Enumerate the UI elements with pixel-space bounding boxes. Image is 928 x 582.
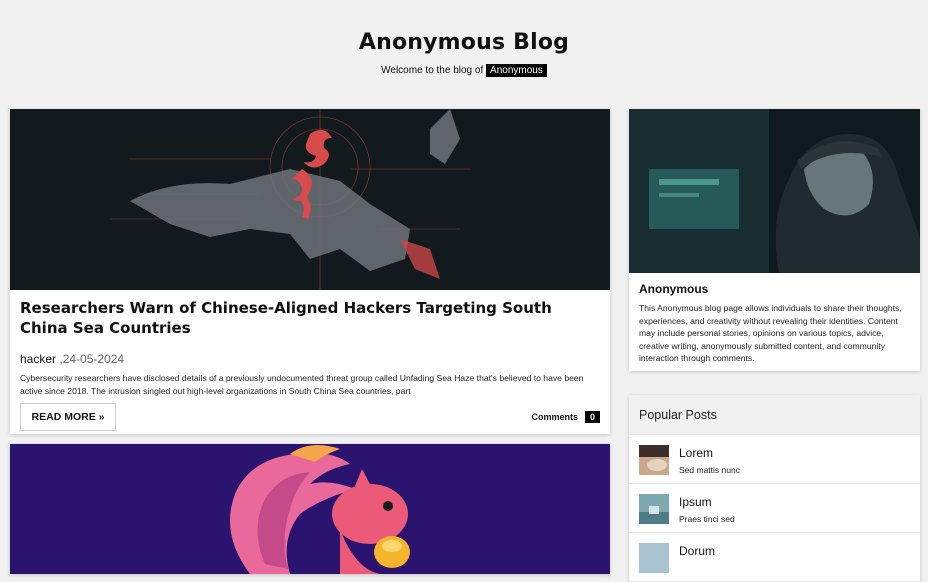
comments-count-badge: 0 <box>584 411 600 423</box>
post-image-dragon-map[interactable] <box>10 109 610 290</box>
post-excerpt: Cybersecurity researchers have disclosed… <box>20 373 584 396</box>
popular-post-item[interactable]: Lorem Sed mattis nunc <box>629 435 920 484</box>
popular-post-title: Ipsum <box>679 494 712 509</box>
popular-post-item[interactable]: Dorum <box>629 533 920 582</box>
popular-post-title: Lorem <box>679 445 714 460</box>
site-header: Anonymous Blog Welcome to the blog of An… <box>0 0 928 79</box>
popular-posts-card: Popular Posts Lorem Sed mattis nunc Ipsu… <box>629 394 920 582</box>
post-thumbnail <box>639 542 669 573</box>
post-title[interactable]: Researchers Warn of Chinese-Aligned Hack… <box>20 298 600 338</box>
post-author: hacker <box>20 352 57 366</box>
post-card: Researchers Warn of Chinese-Aligned Hack… <box>10 109 610 434</box>
popular-post-subtitle: Sed mattis nunc <box>679 464 740 475</box>
post-footer: READ MORE » Comments 0 <box>10 399 610 434</box>
popular-post-subtitle: Praes tinci sed <box>679 513 735 524</box>
sidebar: Anonymous This Anonymous blog page allow… <box>629 109 920 582</box>
post-date: ,24-05-2024 <box>59 352 125 366</box>
about-card: Anonymous This Anonymous blog page allow… <box>629 109 920 371</box>
post-card-2 <box>10 444 610 574</box>
popular-post-item[interactable]: Ipsum Praes tinci sed <box>629 484 920 533</box>
tagline-text: Welcome to the blog of <box>381 65 484 76</box>
about-name: Anonymous <box>639 282 709 296</box>
post-thumbnail <box>639 444 669 475</box>
main-column: Researchers Warn of Chinese-Aligned Hack… <box>10 109 610 574</box>
popular-post-title: Dorum <box>679 543 716 558</box>
tagline-tag: Anonymous <box>486 64 547 77</box>
post-image-squirrel[interactable] <box>10 444 610 574</box>
about-text: This Anonymous blog page allows individu… <box>639 303 902 364</box>
site-tagline: Welcome to the blog of Anonymous <box>0 64 928 77</box>
popular-posts-heading: Popular Posts <box>629 394 920 435</box>
post-thumbnail <box>639 493 669 524</box>
read-more-button[interactable]: READ MORE » <box>20 403 116 431</box>
post-meta: hacker ,24-05-2024 <box>20 352 600 366</box>
comments-link[interactable]: Comments 0 <box>531 411 600 423</box>
site-title: Anonymous Blog <box>358 30 570 55</box>
comments-label: Comments <box>531 412 578 422</box>
hacker-image <box>629 109 920 273</box>
